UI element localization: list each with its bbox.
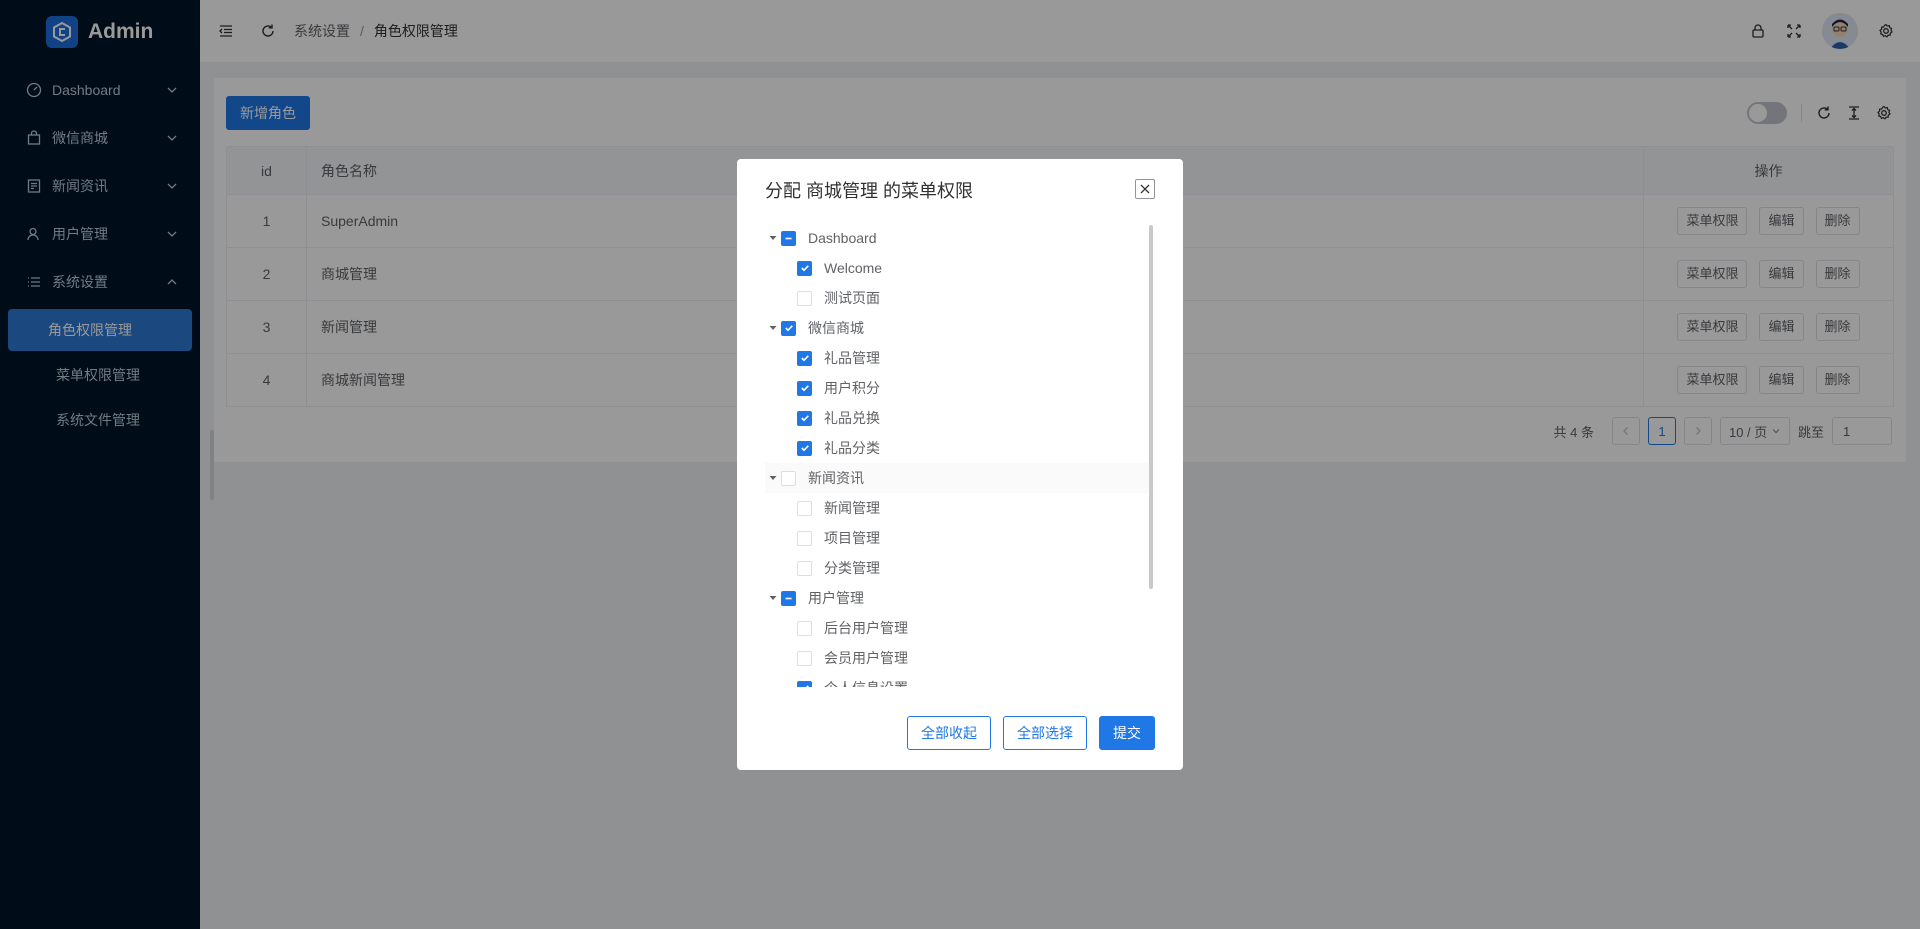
caret-down-icon[interactable] xyxy=(765,470,781,486)
tree-node[interactable]: 个人信息设置 xyxy=(765,673,1149,687)
tree-node[interactable]: 礼品兑换 xyxy=(765,403,1149,433)
tree-checkbox[interactable] xyxy=(797,260,812,276)
collapse-all-button[interactable]: 全部收起 xyxy=(907,716,991,750)
tree-checkbox[interactable] xyxy=(797,530,812,546)
dialog-title: 分配 商城管理 的菜单权限 xyxy=(765,181,974,201)
tree-node[interactable]: 项目管理 xyxy=(765,523,1149,553)
select-all-button[interactable]: 全部选择 xyxy=(1003,716,1087,750)
tree-node-label: Dashboard xyxy=(808,230,877,246)
tree-checkbox[interactable] xyxy=(797,560,812,576)
caret-down-icon[interactable] xyxy=(765,230,781,246)
tree-node-label: 个人信息设置 xyxy=(824,678,908,687)
tree-node-label: 分类管理 xyxy=(824,560,880,576)
tree-node[interactable]: 用户管理 xyxy=(765,583,1149,613)
submit-button[interactable]: 提交 xyxy=(1099,716,1155,750)
tree-node-label: 礼品兑换 xyxy=(824,410,880,426)
tree-node-label: Welcome xyxy=(824,260,883,276)
close-icon xyxy=(1140,184,1150,194)
tree-node-label: 会员用户管理 xyxy=(824,650,908,666)
dialog-footer: 全部收起 全部选择 提交 xyxy=(907,716,1155,750)
tree-checkbox[interactable] xyxy=(797,380,812,396)
menu-permission-tree: Dashboard Welcome 测试页面 微信商城 礼品管理 用户积分 礼品… xyxy=(765,223,1149,687)
tree-node[interactable]: 后台用户管理 xyxy=(765,613,1149,643)
tree-checkbox[interactable] xyxy=(797,620,812,636)
tree-node-label: 礼品管理 xyxy=(824,350,880,366)
tree-node[interactable]: 微信商城 xyxy=(765,313,1149,343)
tree-node[interactable]: 测试页面 xyxy=(765,283,1149,313)
tree-checkbox[interactable] xyxy=(781,590,796,606)
tree-node-label: 测试页面 xyxy=(824,290,880,306)
tree-checkbox[interactable] xyxy=(797,350,812,366)
caret-down-icon[interactable] xyxy=(765,320,781,336)
tree-node-label: 用户积分 xyxy=(824,380,880,396)
tree-node[interactable]: 会员用户管理 xyxy=(765,643,1149,673)
tree-scrollbar[interactable] xyxy=(1149,225,1153,589)
tree-checkbox[interactable] xyxy=(797,290,812,306)
tree-checkbox[interactable] xyxy=(797,500,812,516)
tree-node-label: 新闻管理 xyxy=(824,500,880,516)
tree-checkbox[interactable] xyxy=(781,320,796,336)
tree-node-label: 礼品分类 xyxy=(824,440,880,456)
tree-node[interactable]: 用户积分 xyxy=(765,373,1149,403)
tree-node[interactable]: 新闻资讯 xyxy=(765,463,1149,493)
tree-checkbox[interactable] xyxy=(797,410,812,426)
tree-node[interactable]: Welcome xyxy=(765,253,1149,283)
tree-checkbox[interactable] xyxy=(781,470,796,486)
tree-node[interactable]: 礼品分类 xyxy=(765,433,1149,463)
tree-checkbox[interactable] xyxy=(797,680,812,687)
tree-checkbox[interactable] xyxy=(797,650,812,666)
tree-node[interactable]: Dashboard xyxy=(765,223,1149,253)
page-scrollbar[interactable] xyxy=(210,430,214,500)
tree-node-label: 用户管理 xyxy=(808,590,864,606)
tree-checkbox[interactable] xyxy=(797,440,812,456)
tree-checkbox[interactable] xyxy=(781,230,796,246)
close-button[interactable] xyxy=(1135,179,1155,199)
tree-node-label: 后台用户管理 xyxy=(824,620,908,636)
tree-node-label: 新闻资讯 xyxy=(808,470,864,486)
tree-node-label: 微信商城 xyxy=(808,320,864,336)
permission-dialog: 分配 商城管理 的菜单权限 Dashboard Welcome 测试页面 微信商… xyxy=(737,159,1183,770)
tree-node[interactable]: 分类管理 xyxy=(765,553,1149,583)
tree-node[interactable]: 礼品管理 xyxy=(765,343,1149,373)
tree-node-label: 项目管理 xyxy=(824,530,880,546)
tree-node[interactable]: 新闻管理 xyxy=(765,493,1149,523)
caret-down-icon[interactable] xyxy=(765,590,781,606)
